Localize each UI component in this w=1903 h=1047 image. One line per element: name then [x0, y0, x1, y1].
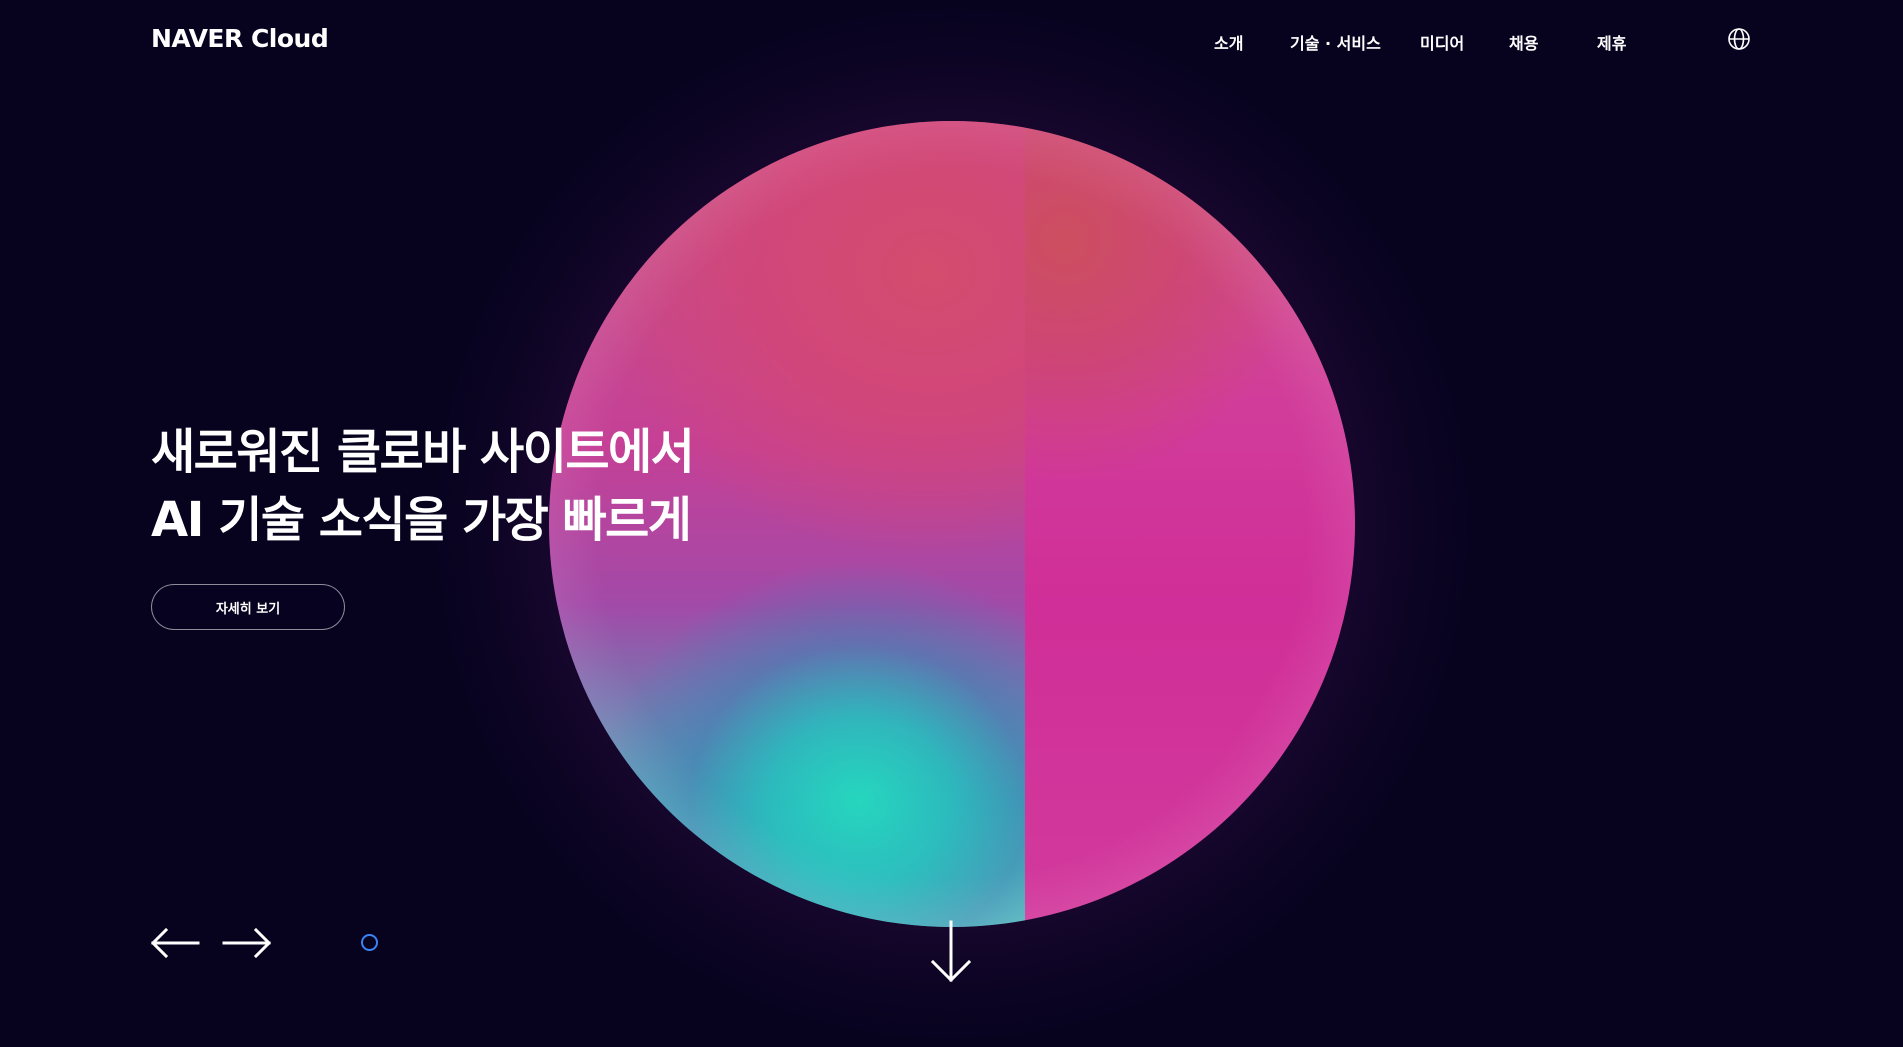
globe-icon[interactable] [1727, 27, 1751, 51]
hero-headline-line-1: 새로워진 클로바 사이트에서 [151, 424, 695, 480]
nav-item-tech-services[interactable]: 기술 · 서비스 [1290, 30, 1381, 54]
hero-section: NAVER Cloud 소개 기술 · 서비스 미디어 채용 제휴 새로워진 클… [0, 0, 1903, 1047]
site-header: NAVER Cloud 소개 기술 · 서비스 미디어 채용 제휴 [0, 0, 1903, 80]
hero-headline-line-2: AI 기술 소식을 가장 빠르게 [151, 492, 692, 548]
carousel-indicator-dot[interactable] [361, 934, 378, 951]
arrow-left-icon[interactable] [150, 926, 200, 960]
nav-item-about[interactable]: 소개 [1214, 30, 1243, 54]
main-nav: 소개 기술 · 서비스 미디어 채용 제휴 [0, 30, 1903, 54]
arrow-right-icon[interactable] [222, 926, 272, 960]
nav-item-media[interactable]: 미디어 [1420, 30, 1464, 54]
nav-item-careers[interactable]: 채용 [1509, 30, 1538, 54]
hero-headline: 새로워진 클로바 사이트에서 AI 기술 소식을 가장 빠르게 [151, 418, 695, 554]
nav-item-partnership[interactable]: 제휴 [1597, 30, 1626, 54]
learn-more-button[interactable]: 자세히 보기 [151, 584, 345, 630]
arrow-down-icon[interactable] [928, 920, 974, 984]
